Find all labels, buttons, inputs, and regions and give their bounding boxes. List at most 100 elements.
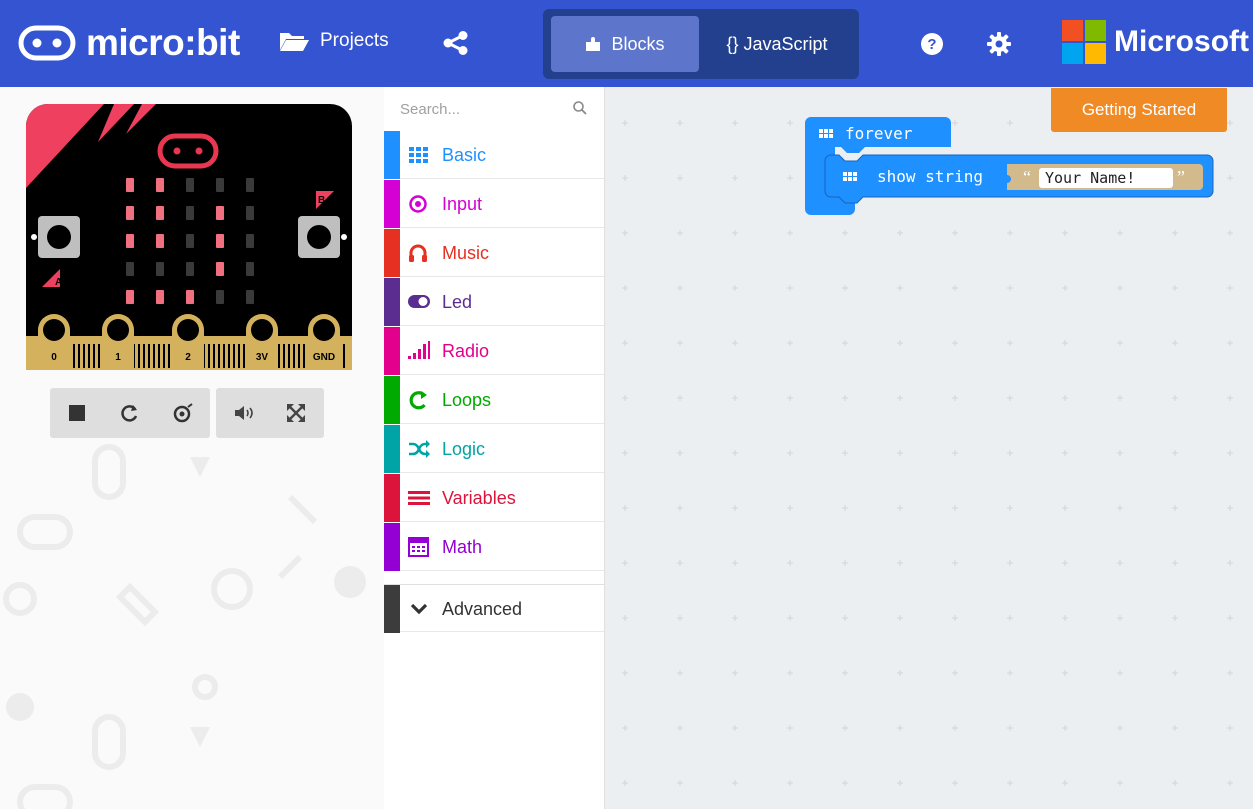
category-input[interactable]: Input <box>384 180 604 228</box>
projects-label: Projects <box>320 30 389 51</box>
grid-mark <box>897 450 903 456</box>
category-advanced-color-bar <box>384 585 400 633</box>
grid-mark <box>1117 285 1123 291</box>
show-string-block[interactable]: show string “ Your Name! ” <box>824 154 1214 204</box>
grid-mark <box>1117 725 1123 731</box>
edge-pin <box>138 344 140 368</box>
lines-icon <box>408 491 430 505</box>
stop-icon[interactable] <box>67 403 87 423</box>
grid-mark <box>842 340 848 346</box>
grid-mark <box>842 230 848 236</box>
grid-mark <box>732 175 738 181</box>
edge-pin <box>143 344 145 368</box>
grid-mark <box>1227 230 1233 236</box>
category-radio[interactable]: Radio <box>384 327 604 375</box>
pin-gnd[interactable]: GND <box>308 314 340 370</box>
led-on <box>156 206 164 220</box>
edge-pin <box>218 344 220 368</box>
grid-mark <box>1007 615 1013 621</box>
slow-mo-icon[interactable] <box>172 403 194 423</box>
category-basic[interactable]: Basic <box>384 131 604 179</box>
grid-mark <box>677 780 683 786</box>
pin-0[interactable]: 0 <box>38 314 70 370</box>
grid-mark <box>622 725 628 731</box>
top-header: micro:bit Projects Blocks {} JavaScript … <box>0 0 1253 87</box>
calculator-icon <box>408 537 429 557</box>
grid-mark <box>787 340 793 346</box>
edge-pin <box>233 344 235 368</box>
grid-mark <box>1007 230 1013 236</box>
grid-mark <box>1172 340 1178 346</box>
grid-mark <box>897 230 903 236</box>
grid-mark <box>1007 505 1013 511</box>
pin-1[interactable]: 1 <box>102 314 134 370</box>
microsoft-logo[interactable]: Microsoft <box>1062 20 1249 64</box>
led-off <box>246 234 254 248</box>
folder-open-icon <box>280 33 309 51</box>
edge-pin <box>163 344 165 368</box>
button-a[interactable] <box>31 216 80 258</box>
edge-pin <box>243 344 245 368</box>
microbit-board: A B 0 1 2 3V GND <box>26 104 352 370</box>
grid-mark <box>952 340 958 346</box>
svg-text:?: ? <box>927 36 936 53</box>
grid-mark <box>1172 780 1178 786</box>
search-icon[interactable] <box>573 101 587 115</box>
category-advanced[interactable]: Advanced <box>384 584 604 633</box>
grid-mark <box>1007 340 1013 346</box>
pin-3v[interactable]: 3V <box>246 314 278 370</box>
restart-icon[interactable] <box>120 403 140 423</box>
category-led[interactable]: Led <box>384 278 604 326</box>
led-on <box>216 262 224 276</box>
category-color-bar <box>384 180 400 228</box>
grid-mark <box>1227 175 1233 181</box>
button-b[interactable] <box>298 216 347 258</box>
grid-mark <box>1062 670 1068 676</box>
led-on <box>156 234 164 248</box>
category-music[interactable]: Music <box>384 229 604 277</box>
grid-mark <box>1062 725 1068 731</box>
chevron-down-icon <box>410 603 428 615</box>
open-quote: “ <box>1023 167 1031 187</box>
toggle-icon <box>408 295 430 308</box>
grid-mark <box>787 670 793 676</box>
grid-mark <box>897 560 903 566</box>
grid-mark <box>897 285 903 291</box>
grid-mark <box>787 725 793 731</box>
grid-mark <box>1007 450 1013 456</box>
mute-icon[interactable] <box>233 403 255 423</box>
grid-mark <box>952 670 958 676</box>
share-icon[interactable] <box>443 31 469 55</box>
tab-blocks[interactable]: Blocks <box>551 16 699 72</box>
microbit-face-icon <box>18 25 76 61</box>
search-input[interactable] <box>400 97 570 121</box>
grid-mark <box>677 450 683 456</box>
string-input[interactable]: “ Your Name! ” <box>1007 164 1203 190</box>
grid-mark <box>1117 230 1123 236</box>
projects-button[interactable]: Projects <box>278 30 389 52</box>
category-loops[interactable]: Loops <box>384 376 604 424</box>
category-math[interactable]: Math <box>384 523 604 571</box>
grid-mark <box>952 230 958 236</box>
loop-icon <box>409 391 427 410</box>
forever-label: forever <box>845 124 913 143</box>
category-logic[interactable]: Logic <box>384 425 604 473</box>
help-icon[interactable]: ? <box>920 32 944 56</box>
target-icon <box>409 195 427 213</box>
grid-mark <box>732 120 738 126</box>
grid-mark <box>1227 285 1233 291</box>
microbit-logo[interactable]: micro:bit <box>18 18 240 68</box>
category-color-bar <box>384 474 400 522</box>
fullscreen-icon[interactable] <box>286 403 306 423</box>
grid-mark <box>1007 780 1013 786</box>
pin-2[interactable]: 2 <box>172 314 204 370</box>
blocks-workspace[interactable]: Getting Started forever show string “ Yo… <box>605 87 1253 809</box>
edge-pin <box>298 344 300 368</box>
grid-mark <box>677 285 683 291</box>
grid-mark <box>622 175 628 181</box>
tab-javascript[interactable]: {} JavaScript <box>703 16 851 72</box>
grid-mark <box>622 670 628 676</box>
category-color-bar <box>384 327 400 375</box>
gear-icon[interactable] <box>987 32 1011 56</box>
category-variables[interactable]: Variables <box>384 474 604 522</box>
